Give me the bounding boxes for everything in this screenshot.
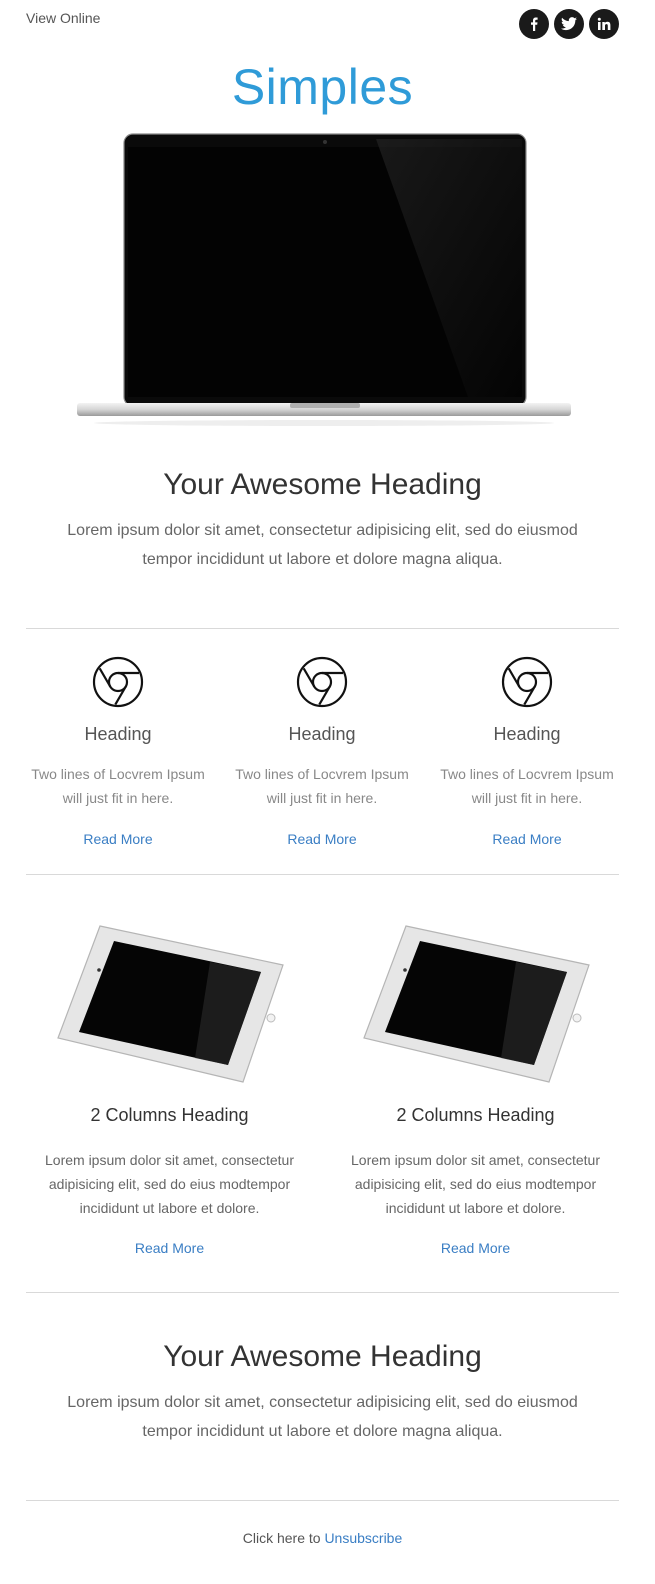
tablet-image [362,925,590,1083]
tablet-image [56,925,284,1083]
read-more-link[interactable]: Read More [332,1240,619,1256]
feature-text: Two lines of Locvrem Ipsum will just fit… [440,766,614,806]
closing-section: Your Awesome Heading Lorem ipsum dolor s… [26,1340,619,1446]
laptop-image [77,133,571,426]
divider [26,628,619,629]
chrome-icon [296,656,348,708]
two-column-item: 2 Columns Heading Lorem ipsum dolor sit … [332,920,619,1256]
two-column-text: Lorem ipsum dolor sit amet, consectetur … [351,1152,600,1216]
brand-title: Simples [231,59,414,115]
chrome-icon [92,656,144,708]
hero-text: Lorem ipsum dolor sit amet, consectetur … [67,522,578,568]
read-more-link[interactable]: Read More [26,1240,313,1256]
unsubscribe-link[interactable]: Unsubscribe [324,1530,402,1546]
closing-heading: Your Awesome Heading [163,1340,482,1373]
feature-heading: Heading [288,724,356,744]
divider [26,874,619,875]
two-column-text: Lorem ipsum dolor sit amet, consectetur … [45,1152,294,1216]
social-links [519,9,619,39]
footer-prefix: Click here to [242,1530,321,1546]
divider [26,1292,619,1293]
footer: Click here to Unsubscribe [26,1530,619,1546]
two-column-heading: 2 Columns Heading [90,1105,249,1125]
linkedin-icon[interactable] [589,9,619,39]
read-more-link[interactable]: Read More [435,831,619,847]
feature-text: Two lines of Locvrem Ipsum will just fit… [31,766,205,806]
feature-text: Two lines of Locvrem Ipsum will just fit… [235,766,409,806]
chrome-icon [501,656,553,708]
two-column-heading: 2 Columns Heading [396,1105,555,1125]
closing-text: Lorem ipsum dolor sit amet, consectetur … [67,1394,578,1440]
twitter-icon[interactable] [554,9,584,39]
feature-column: Heading Two lines of Locvrem Ipsum will … [230,656,414,847]
hero-heading: Your Awesome Heading [163,468,482,501]
hero-section: Your Awesome Heading Lorem ipsum dolor s… [26,468,619,574]
feature-column: Heading Two lines of Locvrem Ipsum will … [435,656,619,847]
feature-heading: Heading [84,724,152,744]
divider [26,1500,619,1501]
feature-column: Heading Two lines of Locvrem Ipsum will … [26,656,210,847]
view-online-link[interactable]: View Online [26,10,100,26]
read-more-link[interactable]: Read More [26,831,210,847]
feature-heading: Heading [493,724,561,744]
facebook-icon[interactable] [519,9,549,39]
read-more-link[interactable]: Read More [230,831,414,847]
two-column-item: 2 Columns Heading Lorem ipsum dolor sit … [26,920,313,1256]
